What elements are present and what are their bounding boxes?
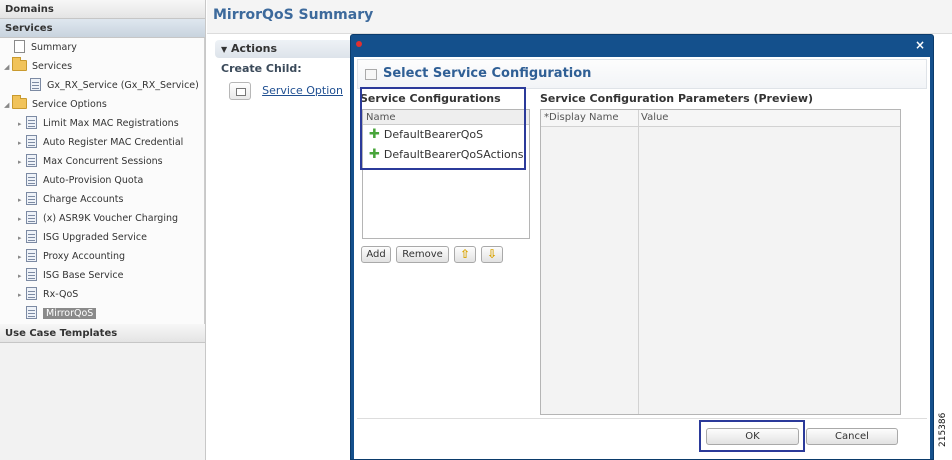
tree-item-label: (x) ASR9K Voucher Charging [43, 213, 179, 224]
actions-label: Actions [231, 42, 277, 55]
create-child-label: Create Child: [221, 62, 302, 75]
status-dot-icon [356, 41, 362, 47]
tree-item-services[interactable]: ◢ Services [4, 57, 73, 76]
tree-item-label: Auto Register MAC Credential [43, 137, 184, 148]
tree-item-label-selected: MirrorQoS [43, 308, 97, 319]
dialog-body: Select Service Configuration Service Con… [354, 57, 930, 459]
tree-item-label: Limit Max MAC Registrations [43, 118, 179, 129]
navigation-sidebar: Domains Services Summary ◢ Services Gx_RX… [0, 0, 206, 460]
tree-item-mirrorqos[interactable]: MirrorQoS [18, 305, 97, 323]
tree-item-label: Gx_RX_Service (Gx_RX_Service) [47, 80, 199, 91]
move-down-arrow-icon[interactable]: ⇩ [481, 246, 503, 263]
folder-open-icon [12, 95, 27, 109]
tree-item-option[interactable]: ▸ ISG Upgraded Service [18, 229, 147, 247]
tree-item-option[interactable]: ▸ Limit Max MAC Registrations [18, 115, 179, 133]
actions-header[interactable]: ▼ Actions [215, 40, 355, 58]
actions-panel: ▼ Actions Create Child: Service Option [207, 35, 355, 460]
collapse-arrow-icon[interactable]: ▸ [18, 267, 26, 285]
tree-item-option[interactable]: ▸ ISG Base Service [18, 267, 123, 285]
domains-section-header[interactable]: Domains [0, 0, 205, 19]
service-option-link[interactable]: Service Option [262, 84, 343, 97]
use-case-templates-header[interactable]: Use Case Templates [0, 324, 205, 343]
dialog-title: Select Service Configuration [383, 66, 592, 81]
preview-table: *Display Name Value [540, 109, 901, 415]
tree-item-label: Services [32, 61, 73, 72]
tree-item-label: Charge Accounts [43, 194, 124, 205]
service-option-action[interactable]: Service Option [229, 80, 355, 100]
tree-item-option[interactable]: ▸ Rx-QoS [18, 286, 78, 304]
select-service-configuration-dialog: × Select Service Configuration Service C… [350, 34, 934, 460]
dialog-titlebar[interactable]: × [351, 35, 933, 57]
collapse-arrow-icon[interactable]: ▸ [18, 210, 26, 228]
option-icon [26, 173, 37, 186]
expand-arrow-icon[interactable]: ◢ [4, 96, 12, 114]
close-icon[interactable]: × [915, 38, 925, 52]
services-section-header[interactable]: Services [0, 19, 205, 38]
dialog-header: Select Service Configuration [357, 59, 927, 89]
configuration-icon [365, 69, 377, 80]
service-option-icon[interactable] [229, 81, 251, 100]
tree-item-label: ISG Upgraded Service [43, 232, 147, 243]
tree-item-label: ISG Base Service [43, 270, 124, 281]
tree-item-label: Max Concurrent Sessions [43, 156, 163, 167]
remove-button[interactable]: Remove [396, 246, 449, 263]
footer-divider [357, 418, 927, 419]
page-title: MirrorQoS Summary [207, 0, 952, 34]
cancel-button[interactable]: Cancel [806, 428, 898, 445]
option-icon [26, 211, 37, 224]
highlight-box [360, 87, 526, 170]
tree-item-summary[interactable]: Summary [14, 39, 77, 57]
preview-table-header: *Display Name Value [541, 110, 900, 127]
column-divider [638, 110, 639, 414]
tree-item-gx-rx-service[interactable]: Gx_RX_Service (Gx_RX_Service) [30, 77, 199, 95]
expand-arrow-icon[interactable]: ◢ [4, 58, 12, 76]
display-name-column[interactable]: *Display Name [544, 112, 619, 123]
collapse-arrow-icon[interactable]: ▸ [18, 115, 26, 133]
figure-number: 215386 [938, 412, 948, 448]
preview-label: Service Configuration Parameters (Previe… [540, 92, 814, 105]
collapse-arrow-icon[interactable]: ▸ [18, 134, 26, 152]
option-icon [26, 135, 37, 148]
tree-item-option[interactable]: ▸ Charge Accounts [18, 191, 123, 209]
tree-item-label: Proxy Accounting [43, 251, 126, 262]
tree-item-label: Summary [31, 42, 77, 53]
collapse-arrow-icon[interactable]: ▸ [18, 229, 26, 247]
option-icon [26, 306, 37, 319]
collapse-arrow-icon[interactable]: ▸ [18, 153, 26, 171]
tree-item-service-options[interactable]: ◢ Service Options [4, 95, 107, 114]
tree-item-option[interactable]: Auto-Provision Quota [18, 172, 143, 190]
tree-item-option[interactable]: ▸ Proxy Accounting [18, 248, 125, 266]
tree-item-label: Rx-QoS [43, 289, 79, 300]
tree-item-option[interactable]: ▸ Max Concurrent Sessions [18, 153, 163, 171]
option-icon [26, 230, 37, 243]
option-icon [26, 116, 37, 129]
collapse-arrow-icon[interactable]: ▸ [18, 191, 26, 209]
service-icon [30, 78, 41, 91]
services-tree: Summary ◢ Services Gx_RX_Service (Gx_RX_S… [0, 38, 205, 324]
option-icon [26, 268, 37, 281]
folder-open-icon [12, 57, 27, 71]
tree-item-label: Auto-Provision Quota [43, 175, 144, 186]
document-icon [14, 40, 25, 53]
option-icon [26, 287, 37, 300]
add-button[interactable]: Add [361, 246, 391, 263]
option-icon [26, 154, 37, 167]
move-up-arrow-icon[interactable]: ⇧ [454, 246, 476, 263]
tree-item-option[interactable]: ▸ Auto Register MAC Credential [18, 134, 183, 152]
tree-item-option[interactable]: ▸ (x) ASR9K Voucher Charging [18, 210, 178, 228]
highlight-box [699, 420, 805, 452]
option-icon [26, 249, 37, 262]
value-column[interactable]: Value [641, 112, 668, 123]
collapse-arrow-icon[interactable]: ▸ [18, 286, 26, 304]
option-icon [26, 192, 37, 205]
collapse-triangle-icon: ▼ [221, 45, 228, 54]
collapse-arrow-icon[interactable]: ▸ [18, 248, 26, 266]
tree-item-label: Service Options [32, 99, 107, 110]
